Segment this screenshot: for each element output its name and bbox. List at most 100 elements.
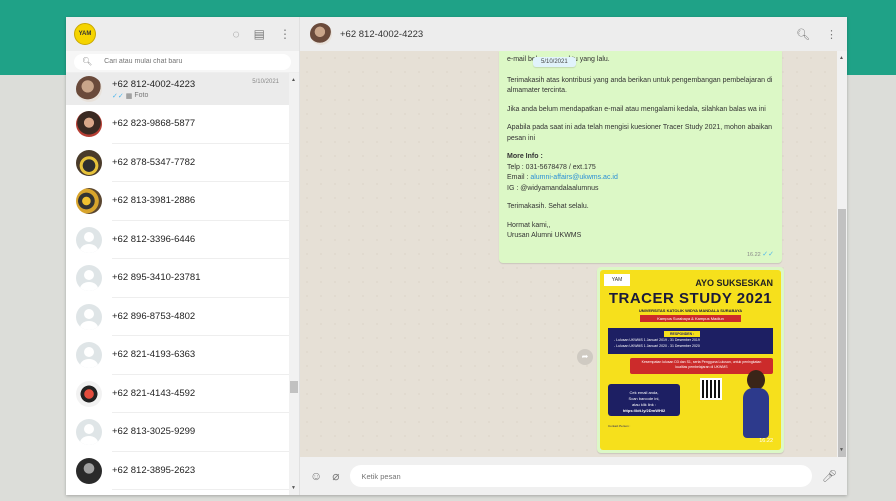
chat-avatar[interactable] xyxy=(76,226,102,253)
chat-avatar[interactable] xyxy=(76,419,102,446)
tracer-study-poster[interactable]: YAM AYO SUKSESKAN TRACER STUDY 2021 UNIV… xyxy=(600,270,781,450)
search-input[interactable] xyxy=(104,58,255,65)
scroll-down-icon[interactable]: ▼ xyxy=(839,447,844,453)
conversation-scrollbar[interactable]: ▲ ▼ xyxy=(837,51,847,457)
sidebar-header: YAM ◌ ▤ ⋮ xyxy=(66,17,299,51)
chat-item[interactable]: +62 812-4002-4223 ✓✓ ▦ Foto 5/10/2021 xyxy=(66,73,299,105)
search-box[interactable]: 🔍︎ xyxy=(74,53,291,70)
photo-icon: ▦ xyxy=(125,92,133,100)
message-input[interactable] xyxy=(349,465,812,487)
chat-item[interactable]: +62 896-8753-4802 xyxy=(66,298,299,336)
email-link[interactable]: alumni-affairs@ukwms.ac.id xyxy=(530,174,618,181)
scrollbar-thumb[interactable] xyxy=(290,381,298,393)
chat-info: +62 812-4002-4223 ✓✓ ▦ Foto xyxy=(112,73,289,105)
chat-item[interactable]: +62 813-3981-2886 xyxy=(66,182,299,221)
microphone-icon[interactable]: 🎤︎ xyxy=(822,469,837,483)
chat-last-message-text: Foto xyxy=(134,92,149,99)
chat-item[interactable]: +62 812-3895-2623 xyxy=(66,452,299,490)
more-info-heading: More Info : xyxy=(507,153,543,160)
scroll-up-icon[interactable]: ▲ xyxy=(291,77,296,83)
text-message-bubble[interactable]: e-mail beberapa waktu yang lalu. Terimak… xyxy=(499,51,782,263)
chat-item[interactable]: +62 813-3025-9299 xyxy=(66,413,299,452)
chat-info: +62 812-3895-2623 xyxy=(112,452,289,490)
poster-contact: Contact Person : xyxy=(608,424,631,428)
poster-cek-box: Cek email anda, Scan barcode ini, atau k… xyxy=(608,384,680,416)
telp-text: Telp : 031-5678478 / ext.175 xyxy=(507,163,596,171)
chat-name: +62 895-3410-23781 xyxy=(112,272,201,284)
chat-avatar[interactable] xyxy=(76,457,102,484)
poster-respondents: RESPONDEN : - Lulusan UKWMS 1 Januari 20… xyxy=(608,328,773,354)
regards-text: Hormat kami,, xyxy=(507,221,551,229)
chat-avatar[interactable] xyxy=(76,188,102,215)
chat-avatar[interactable] xyxy=(76,303,102,330)
chat-last-message: ✓✓ ▦ Foto xyxy=(112,92,289,100)
chat-avatar[interactable] xyxy=(76,342,102,369)
poster-title: TRACER STUDY 2021 xyxy=(608,290,773,307)
chat-avatar[interactable] xyxy=(76,111,102,138)
chat-info: +62 895-3410-23781 xyxy=(112,259,289,298)
chat-name: +62 821-4143-4592 xyxy=(112,387,196,399)
chat-info: +62 823-9868-5877 xyxy=(112,105,289,144)
chat-name: +62 812-3396-6446 xyxy=(112,233,196,245)
chat-item[interactable]: +62 878-5347-7782 xyxy=(66,144,299,182)
menu-icon[interactable]: ⋮ xyxy=(826,28,837,41)
forward-icon[interactable]: ➦ xyxy=(577,349,593,365)
ig-text: IG : @widyamandalaalumnus xyxy=(507,184,599,192)
chat-info: +62 878-5347-7782 xyxy=(112,144,289,182)
logo-text: YAM xyxy=(78,31,92,37)
qr-code-icon xyxy=(700,378,722,400)
chat-info: +62 813-3981-2886 xyxy=(112,182,289,221)
poster-resp-2: - Lulusan UKWMS 1 Januari 2020 - 31 Dese… xyxy=(614,344,700,348)
read-ticks-icon: ✓✓ xyxy=(762,250,774,258)
chat-info: +62 813-3025-9299 xyxy=(112,413,289,452)
poster-link: https://bit.ly/2DmWHI2 xyxy=(622,408,666,413)
emoji-icon[interactable]: ☺ xyxy=(310,469,322,483)
search-bar: 🔍︎ xyxy=(66,51,299,73)
chat-name: +62 812-3895-2623 xyxy=(112,464,196,476)
chat-item[interactable]: +62 821-4143-4592 xyxy=(66,375,299,413)
chat-name: +62 813-3981-2886 xyxy=(112,195,196,207)
chat-item[interactable]: +62 812-3396-6446 xyxy=(66,221,299,259)
chat-item[interactable]: +62 823-9868-5877 xyxy=(66,105,299,144)
date-pill: 5/10/2021 xyxy=(533,57,576,67)
email-label: Email : xyxy=(507,174,531,181)
profile-avatar[interactable]: YAM xyxy=(74,23,96,45)
scroll-down-icon[interactable]: ▼ xyxy=(291,485,296,491)
chat-info: +62 896-8753-4802 xyxy=(112,298,289,336)
sidebar-scrollbar[interactable]: ▲ ▼ xyxy=(289,73,299,495)
attach-icon[interactable]: ⌀ xyxy=(332,469,339,483)
chat-avatar[interactable] xyxy=(76,380,102,407)
chat-info: +62 821-4143-4592 xyxy=(112,375,289,413)
chat-avatar[interactable] xyxy=(76,76,102,102)
poster-cek-3: atau klik link : xyxy=(631,402,656,407)
status-icon[interactable]: ◌ xyxy=(233,27,240,41)
new-chat-icon[interactable]: ▤ xyxy=(254,27,265,41)
poster-logo: YAM xyxy=(604,274,630,286)
scroll-up-icon[interactable]: ▲ xyxy=(839,55,844,61)
scrollbar-thumb[interactable] xyxy=(838,209,846,457)
chat-name: +62 823-9868-5877 xyxy=(112,118,196,130)
chat-name: +62 878-5347-7782 xyxy=(112,156,196,168)
poster-cek-1: Cek email anda, xyxy=(629,390,659,395)
chat-avatar[interactable] xyxy=(76,149,102,176)
chat-avatar[interactable] xyxy=(76,265,102,292)
sender-text: Urusan Alumni UKWMS xyxy=(507,232,582,239)
poster-campus: Kampus Surabaya & Kampus Madiun xyxy=(640,315,741,322)
poster-resp-1: - Lulusan UKWMS 1 Januari 2019 - 31 Dese… xyxy=(614,338,700,342)
whatsapp-web-app: YAM ◌ ▤ ⋮ 🔍︎ +62 812-4002-4223✓✓▦Foto5/1… xyxy=(66,17,847,495)
sidebar: YAM ◌ ▤ ⋮ 🔍︎ +62 812-4002-4223✓✓▦Foto5/1… xyxy=(66,17,300,495)
chat-list: +62 812-4002-4223 ✓✓ ▦ Foto 5/10/2021 +62 823… xyxy=(66,73,299,495)
chat-info: +62 821-4193-6363 xyxy=(112,336,289,375)
search-icon[interactable]: 🔍︎ xyxy=(796,28,810,41)
contact-avatar[interactable] xyxy=(310,23,332,45)
chat-item[interactable]: +62 821-4193-6363 xyxy=(66,336,299,375)
conversation-header[interactable]: +62 812-4002-4223 🔍︎ ⋮ xyxy=(300,17,847,51)
thanks-text: Terimakasih. Sehat selalu. xyxy=(507,203,589,210)
menu-icon[interactable]: ⋮ xyxy=(279,27,291,41)
message-composer: ☺ ⌀ 🎤︎ xyxy=(300,457,847,495)
image-message-bubble[interactable]: YAM AYO SUKSESKAN TRACER STUDY 2021 UNIV… xyxy=(597,267,784,453)
chat-info: +62 812-3396-6446 xyxy=(112,221,289,259)
message-paragraph: Terimakasih atas kontribusi yang anda be… xyxy=(507,76,773,95)
chat-item[interactable]: +62 895-3410-23781 xyxy=(66,259,299,298)
chat-date: 5/10/2021 xyxy=(252,79,279,85)
